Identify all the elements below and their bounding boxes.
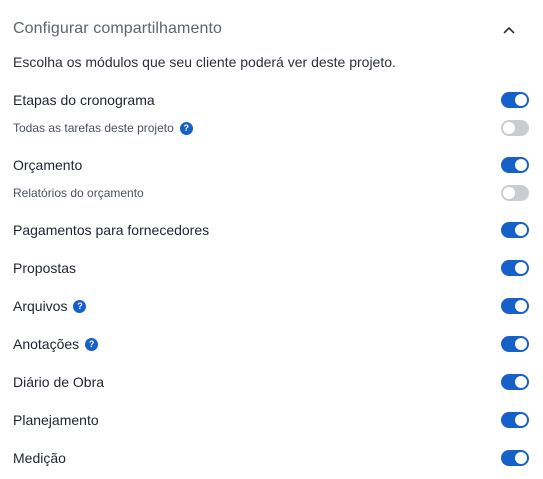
module-label-wrap: Pagamentos para fornecedores [13,218,209,242]
panel-header: Configurar compartilhamento [13,19,533,43]
module-label-wrap: Todas as tarefas deste projeto? [13,116,193,140]
module-label: Medição [13,450,66,466]
toggle-planejamento[interactable] [501,412,529,428]
toggle-pagamentos-para-fornecedores[interactable] [501,222,529,238]
toggle-propostas[interactable] [501,260,529,276]
module-label: Arquivos [13,298,68,314]
toggle-anotacoes[interactable] [501,336,529,352]
toggle-knob [515,338,527,350]
module-label: Etapas do cronograma [13,92,155,108]
module-label: Relatórios do orçamento [13,186,144,200]
module-label-wrap: Etapas do cronograma [13,88,155,112]
help-icon[interactable]: ? [85,337,99,351]
module-label: Anotações [13,336,80,352]
module-label: Diário de Obra [13,374,105,390]
module-label-wrap: Anotações? [13,332,99,356]
module-row-medicao: Medição [13,446,530,470]
toggle-todas-as-tarefas-deste-projeto[interactable] [501,120,529,136]
module-row-etapas-do-cronograma: Etapas do cronograma [13,88,530,112]
module-label: Pagamentos para fornecedores [13,222,210,238]
toggle-etapas-do-cronograma[interactable] [501,92,529,108]
module-row-orcamento: Orçamento [13,153,530,177]
panel-description: Escolha os módulos que seu cliente poder… [13,54,396,70]
module-label-wrap: Propostas [13,256,76,280]
module-row-pagamentos-para-fornecedores: Pagamentos para fornecedores [13,218,530,242]
toggle-knob [503,122,515,134]
help-icon[interactable]: ? [179,121,193,135]
module-row-arquivos: Arquivos? [13,294,530,318]
toggle-knob [515,159,527,171]
module-label-wrap: Medição [13,446,66,470]
module-label-wrap: Relatórios do orçamento [13,181,144,205]
module-row-diario-de-obra: Diário de Obra [13,370,530,394]
module-row-propostas: Propostas [13,256,530,280]
panel-title: Configurar compartilhamento [13,20,223,37]
module-label: Todas as tarefas deste projeto [13,121,174,135]
help-icon[interactable]: ? [73,299,87,313]
module-label: Orçamento [13,157,83,173]
module-label-wrap: Planejamento [13,408,99,432]
module-row-planejamento: Planejamento [13,408,530,432]
toggle-knob [515,300,527,312]
module-row-todas-as-tarefas-deste-projeto: Todas as tarefas deste projeto? [13,116,530,140]
toggle-knob [515,376,527,388]
toggle-knob [503,187,515,199]
module-label-wrap: Diário de Obra [13,370,104,394]
toggle-knob [515,94,527,106]
toggle-orcamento[interactable] [501,157,529,173]
toggle-arquivos[interactable] [501,298,529,314]
module-label: Planejamento [13,412,99,428]
toggle-knob [515,262,527,274]
toggle-diario-de-obra[interactable] [501,374,529,390]
collapse-button[interactable] [493,14,525,46]
module-row-relatorios-do-orcamento: Relatórios do orçamento [13,181,530,205]
sharing-settings-panel: Configurar compartilhamento Escolha os m… [0,0,543,479]
module-row-anotacoes: Anotações? [13,332,530,356]
module-label: Propostas [13,260,77,276]
module-label-wrap: Orçamento [13,153,82,177]
chevron-up-icon [503,27,515,34]
module-label-wrap: Arquivos? [13,294,87,318]
toggle-medicao[interactable] [501,450,529,466]
toggle-knob [515,224,527,236]
toggle-knob [515,414,527,426]
toggle-relatorios-do-orcamento[interactable] [501,185,529,201]
toggle-knob [515,452,527,464]
